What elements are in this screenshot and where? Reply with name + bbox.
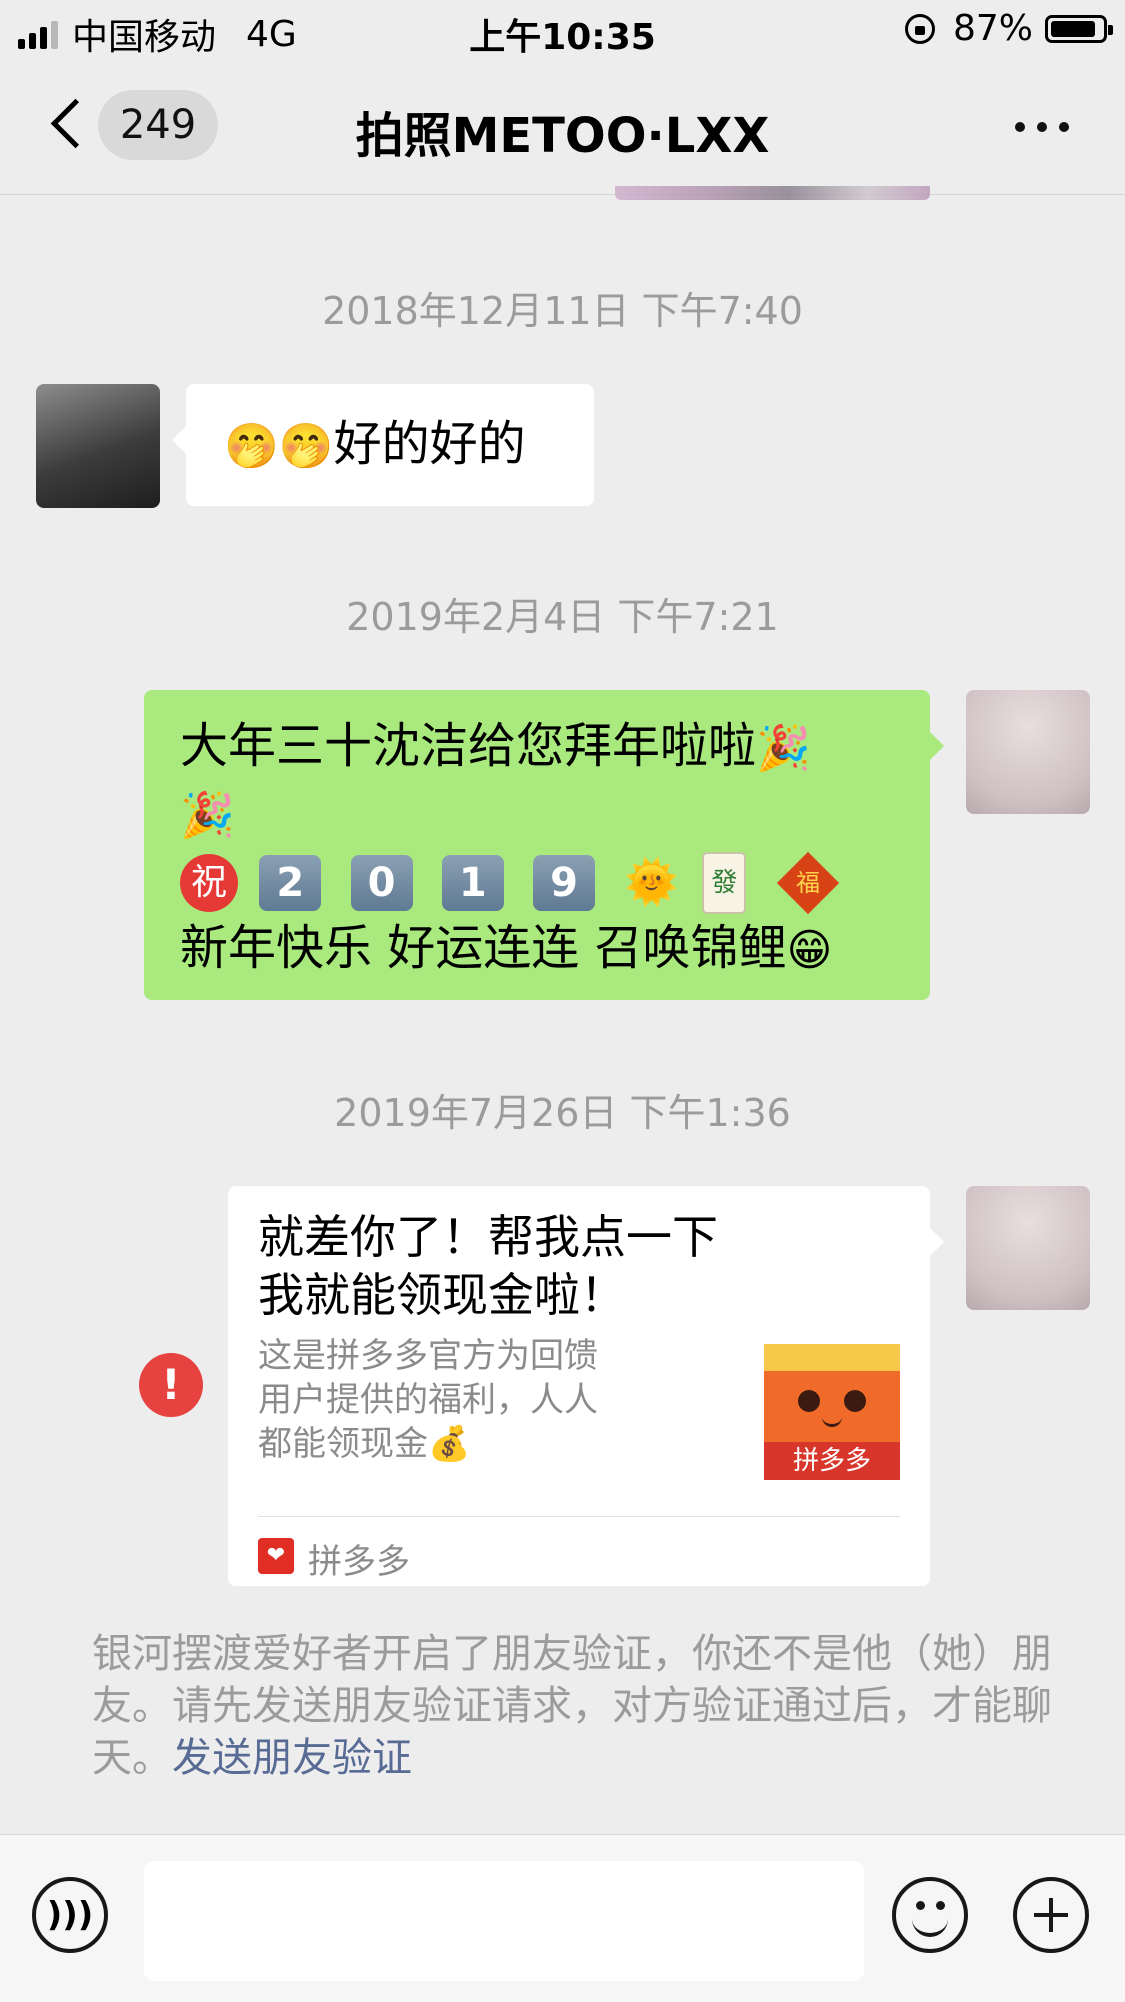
greeting-wishes: 新年快乐 好运连连 召唤锦鲤 [180,920,787,976]
send-failed-icon[interactable]: ! [139,1353,203,1417]
message-input[interactable] [144,1861,864,1981]
more-options-icon[interactable] [1015,122,1069,132]
hand-over-mouth-emoji: 🤭🤭 [224,421,334,472]
grin-emoji: 😁 [786,925,833,976]
thumb-eye [844,1390,866,1412]
message-timestamp: 2019年7月26日 下午1:36 [334,1091,791,1135]
party-popper-emoji: 🎉 [756,723,811,774]
fu-character: 福 [795,869,820,897]
input-bar: ))) [0,1834,1125,2002]
greeting-line-1: 大年三十沈洁给您拜年啦啦🎉 [180,716,904,779]
rotation-lock-icon [904,13,935,44]
self-avatar[interactable] [966,690,1090,814]
keycap-digit: 2 [259,855,322,911]
message-timestamp: 2019年2月4日 下午7:21 [346,595,779,639]
message-text: 好的好的 [333,416,526,472]
incoming-message-bubble[interactable]: 🤭🤭好的好的 [172,384,594,506]
greeting-line-2: 🎉 [180,783,904,846]
outgoing-message-bubble[interactable]: 大年三十沈洁给您拜年啦啦🎉 🎉 祝 2 0 1 9 🌞 發 福 新年快乐 好运连… [144,690,944,1000]
card-source-label: 拼多多 [308,1542,410,1582]
previous-image-message[interactable] [615,186,930,200]
battery-icon [1045,14,1113,43]
friend-verification-notice: 银河摆渡爱好者开启了朋友验证，你还不是他（她）朋友。请先发送朋友验证请求，对方验… [92,1628,1052,1784]
shared-link-card[interactable]: 就差你了！帮我点一下我就能领现金啦！ 这是拼多多官方为回馈用户提供的福利，人人都… [228,1186,944,1586]
greeting-line-4: 新年快乐 好运连连 召唤锦鲤😁 [180,918,904,981]
chat-title: 拍照METOO·LXX [355,108,770,164]
send-verification-link[interactable]: 发送朋友验证 [172,1735,412,1781]
greeting-text: 大年三十沈洁给您拜年啦啦 [180,718,757,774]
zhu-badge: 祝 [180,854,238,912]
status-bar: 中国移动 4G 上午10:35 87% [0,0,1125,62]
party-popper-emoji: 🎉 [180,790,235,841]
mahjong-fa-emoji: 發 [702,852,747,914]
keycap-digit: 0 [350,855,413,911]
chat-header: 249 拍照METOO·LXX [0,62,1125,195]
keycap-digit: 1 [441,855,504,911]
status-bar-right: 87% [904,8,1113,49]
self-avatar[interactable] [966,1186,1090,1310]
card-title: 就差你了！帮我点一下我就能领现金啦！ [258,1210,718,1322]
plus-icon[interactable] [1013,1877,1089,1953]
sun-emoji: 🌞 [624,857,680,908]
pinduoduo-icon [258,1538,294,1574]
battery-fill [1051,20,1095,37]
fu-diamond-emoji: 福 [776,851,839,915]
card-description: 这是拼多多官方为回馈用户提供的福利，人人都能领现金💰 [258,1334,618,1466]
message-timestamp: 2018年12月11日 下午7:40 [322,289,803,333]
thumb-eye [798,1390,820,1412]
card-divider [258,1516,900,1517]
card-thumbnail: 拼多多 [764,1344,900,1480]
money-bag-emoji: 💰 [428,1424,471,1464]
emoji-icon[interactable] [892,1877,968,1953]
greeting-line-3: 祝 2 0 1 9 🌞 發 福 [180,850,904,915]
thumb-brand-label: 拼多多 [764,1442,900,1480]
keycap-digit: 9 [533,855,596,911]
voice-icon[interactable]: ))) [32,1877,108,1953]
contact-avatar[interactable] [36,384,160,508]
battery-percent: 87% [952,8,1033,49]
thumb-mouth [822,1414,842,1427]
